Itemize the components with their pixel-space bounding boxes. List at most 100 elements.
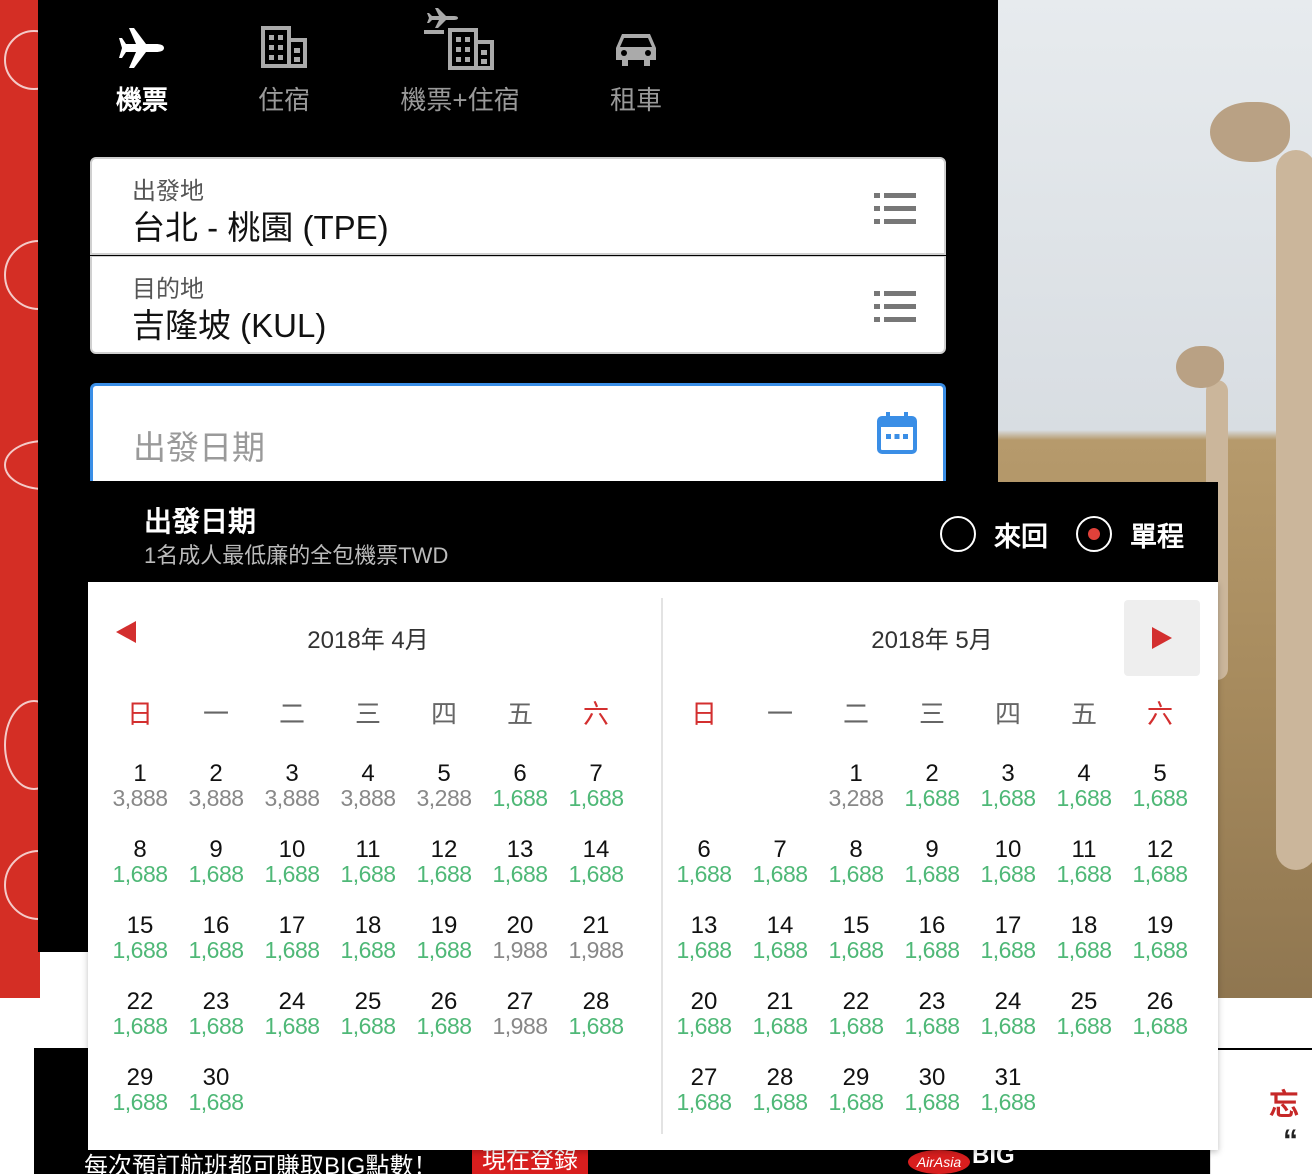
departure-date-input[interactable] — [133, 426, 733, 470]
day-cell[interactable]: 2 1,688 — [894, 762, 970, 838]
day-cell[interactable]: 28 1,688 — [742, 1066, 818, 1142]
day-price: 1,688 — [828, 937, 884, 963]
day-cell[interactable]: 4 1,688 — [1046, 762, 1122, 838]
day-cell[interactable]: 12 1,688 — [1122, 838, 1198, 914]
day-cell[interactable]: 10 1,688 — [970, 838, 1046, 914]
day-cell[interactable]: 17 1,688 — [254, 914, 330, 990]
day-price: 1,688 — [904, 1013, 960, 1039]
day-price: 1,688 — [188, 861, 244, 887]
day-cell[interactable]: 30 1,688 — [178, 1066, 254, 1142]
day-cell[interactable]: 23 1,688 — [178, 990, 254, 1066]
register-button[interactable]: 現在登錄 — [472, 1146, 588, 1174]
day-cell[interactable]: 1 3,888 — [102, 762, 178, 838]
day-cell[interactable]: 9 1,688 — [894, 838, 970, 914]
day-cell[interactable]: 6 1,688 — [482, 762, 558, 838]
tab-flight-hotel[interactable]: 機票+住宿 — [390, 0, 530, 120]
day-cell[interactable]: 8 1,688 — [102, 838, 178, 914]
ostrich-neck — [1276, 150, 1312, 870]
day-cell[interactable]: 13 1,688 — [482, 838, 558, 914]
day-cell[interactable]: 21 1,988 — [558, 914, 634, 990]
list-icon[interactable] — [874, 193, 916, 225]
day-cell[interactable]: 29 1,688 — [102, 1066, 178, 1142]
day-price: 1,688 — [752, 937, 808, 963]
building-icon — [261, 26, 307, 68]
round-trip-option[interactable]: 來回 — [940, 516, 1048, 552]
day-cell[interactable]: 22 1,688 — [818, 990, 894, 1066]
day-cell[interactable]: 20 1,688 — [666, 990, 742, 1066]
list-icon[interactable] — [874, 291, 916, 323]
day-cell[interactable]: 11 1,688 — [330, 838, 406, 914]
day-cell[interactable]: 22 1,688 — [102, 990, 178, 1066]
day-cell[interactable]: 26 1,688 — [406, 990, 482, 1066]
day-cell[interactable]: 14 1,688 — [558, 838, 634, 914]
tab-car-rental[interactable]: 租車 — [596, 0, 676, 120]
day-cell[interactable]: 15 1,688 — [818, 914, 894, 990]
day-cell[interactable]: 15 1,688 — [102, 914, 178, 990]
day-cell[interactable]: 10 1,688 — [254, 838, 330, 914]
one-way-option[interactable]: 單程 — [1076, 516, 1184, 552]
day-cell[interactable]: 13 1,688 — [666, 914, 742, 990]
decor-circle — [4, 440, 40, 490]
day-number: 3 — [285, 760, 299, 787]
day-cell[interactable]: 3 3,888 — [254, 762, 330, 838]
day-cell[interactable]: 9 1,688 — [178, 838, 254, 914]
day-price: 1,688 — [676, 1013, 732, 1039]
day-cell[interactable]: 6 1,688 — [666, 838, 742, 914]
day-cell[interactable]: 27 1,688 — [666, 1066, 742, 1142]
day-price: 1,688 — [980, 937, 1036, 963]
day-number: 13 — [690, 912, 718, 939]
day-cell[interactable]: 28 1,688 — [558, 990, 634, 1066]
tab-label: 租車 — [609, 85, 662, 115]
calendar-icon[interactable] — [877, 412, 917, 454]
day-cell[interactable]: 16 1,688 — [178, 914, 254, 990]
decor-circle — [4, 240, 40, 310]
background-red-illustration — [0, 0, 40, 998]
day-price: 1,688 — [492, 861, 548, 887]
day-cell[interactable]: 25 1,688 — [1046, 990, 1122, 1066]
day-cell[interactable]: 18 1,688 — [1046, 914, 1122, 990]
day-cell[interactable]: 2 3,888 — [178, 762, 254, 838]
tab-hotels[interactable]: 住宿 — [244, 0, 324, 120]
day-cell[interactable]: 26 1,688 — [1122, 990, 1198, 1066]
day-cell[interactable]: 4 3,888 — [330, 762, 406, 838]
day-cell[interactable]: 17 1,688 — [970, 914, 1046, 990]
day-cell[interactable]: 18 1,688 — [330, 914, 406, 990]
day-cell[interactable]: 24 1,688 — [254, 990, 330, 1066]
weekday-label: 一 — [202, 699, 229, 729]
day-price: 1,688 — [112, 1089, 168, 1115]
day-cell[interactable]: 19 1,688 — [1122, 914, 1198, 990]
day-cell[interactable]: 5 1,688 — [1122, 762, 1198, 838]
tab-flights[interactable]: 機票 — [102, 0, 182, 120]
day-cell[interactable]: 21 1,688 — [742, 990, 818, 1066]
day-cell[interactable]: 23 1,688 — [894, 990, 970, 1066]
day-cell[interactable]: 19 1,688 — [406, 914, 482, 990]
day-cell[interactable]: 3 1,688 — [970, 762, 1046, 838]
day-cell[interactable]: 12 1,688 — [406, 838, 482, 914]
day-cell[interactable]: 31 1,688 — [970, 1066, 1046, 1142]
day-number: 13 — [506, 836, 534, 863]
day-price: 1,688 — [264, 937, 320, 963]
day-cell[interactable]: 7 1,688 — [742, 838, 818, 914]
one-way-radio[interactable] — [1076, 516, 1112, 552]
day-cell[interactable]: 14 1,688 — [742, 914, 818, 990]
day-price: 1,688 — [188, 1089, 244, 1115]
round-trip-radio[interactable] — [940, 516, 976, 552]
day-cell[interactable]: 16 1,688 — [894, 914, 970, 990]
day-number: 16 — [202, 912, 230, 939]
day-cell[interactable]: 5 3,288 — [406, 762, 482, 838]
day-number: 5 — [1153, 760, 1167, 787]
day-cell[interactable]: 25 1,688 — [330, 990, 406, 1066]
day-cell[interactable]: 7 1,688 — [558, 762, 634, 838]
day-cell[interactable]: 11 1,688 — [1046, 838, 1122, 914]
day-cell[interactable]: 8 1,688 — [818, 838, 894, 914]
day-number: 22 — [126, 988, 154, 1015]
day-cell[interactable]: 29 1,688 — [818, 1066, 894, 1142]
day-cell[interactable]: 24 1,688 — [970, 990, 1046, 1066]
day-cell[interactable]: 1 3,288 — [818, 762, 894, 838]
origin-field[interactable]: 出發地 台北 - 桃園 (TPE) — [90, 157, 946, 255]
day-cell[interactable]: 20 1,988 — [482, 914, 558, 990]
day-cell[interactable]: 30 1,688 — [894, 1066, 970, 1142]
destination-field[interactable]: 目的地 吉隆坡 (KUL) — [90, 256, 946, 354]
departure-date-field[interactable] — [90, 383, 946, 481]
day-cell[interactable]: 27 1,988 — [482, 990, 558, 1066]
